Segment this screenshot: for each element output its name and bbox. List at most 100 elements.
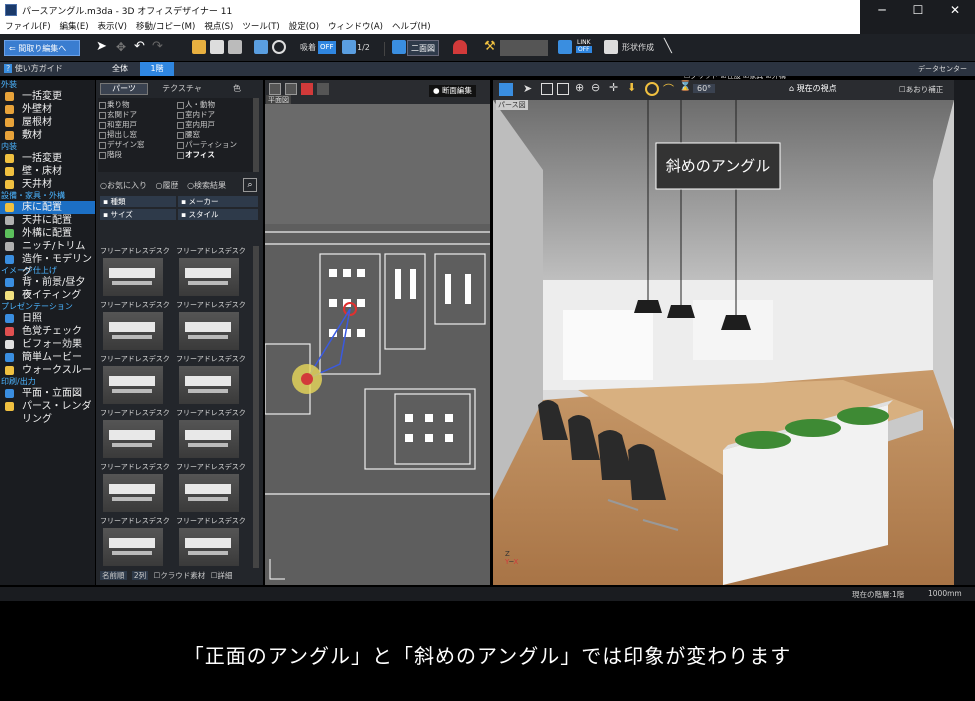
nav-item[interactable]: 背・前景/昼夕夜 <box>0 276 95 301</box>
nav-item[interactable]: 一括変更 <box>0 152 95 165</box>
menu-viewpoint[interactable]: 視点(S) <box>204 20 233 34</box>
nav-item[interactable]: 壁・床材 <box>0 165 95 178</box>
open-folder-icon[interactable] <box>192 40 206 54</box>
link-toggle[interactable]: LINK OFF <box>576 39 592 53</box>
nav-item[interactable]: ビフォー効果 <box>0 338 95 351</box>
maximize-button[interactable]: ☐ <box>900 0 936 20</box>
part-thumbnail[interactable]: フリーアドレスデスク... <box>100 516 170 566</box>
category-item[interactable]: 掃出し窓 <box>98 130 174 140</box>
plan-people-icon[interactable] <box>317 83 329 95</box>
redo-icon[interactable]: ↷ <box>152 40 166 54</box>
nav-item[interactable]: ニッチ/トリム <box>0 240 95 253</box>
category-item[interactable]: 和室用戸 <box>98 120 174 130</box>
menu-help[interactable]: ヘルプ(H) <box>392 20 431 34</box>
menu-edit[interactable]: 編集(E) <box>60 20 89 34</box>
grid-icon[interactable] <box>342 40 356 54</box>
menu-settings[interactable]: 設定(O) <box>289 20 319 34</box>
dropdown-type[interactable]: ▪ 種類 <box>100 196 176 207</box>
orbit-icon[interactable] <box>645 82 659 96</box>
category-item[interactable]: 室内用戸 <box>176 120 252 130</box>
category-item[interactable]: 階段 <box>98 150 174 160</box>
detail-check[interactable]: ☐詳細 <box>211 571 233 580</box>
nav-item[interactable]: ウォークスルー <box>0 364 95 377</box>
part-thumbnail[interactable]: フリーアドレスデスク... <box>176 462 246 516</box>
rotate-icon[interactable] <box>272 40 286 54</box>
part-thumbnail[interactable]: フリーアドレスデスク... <box>176 246 246 300</box>
save-icon[interactable] <box>210 40 224 54</box>
part-thumbnail[interactable]: フリーアドレスデスク... <box>100 354 170 408</box>
plan-camera-icon[interactable] <box>285 83 297 95</box>
category-item[interactable]: デザイン窓 <box>98 140 174 150</box>
category-item[interactable]: オフィス <box>176 150 252 160</box>
menu-file[interactable]: ファイル(F) <box>5 20 51 34</box>
scale-select[interactable]: 1/2 <box>357 40 370 56</box>
dropdown-size[interactable]: ▪ サイズ <box>100 209 176 220</box>
part-thumbnail[interactable]: フリーアドレスデスク... <box>176 300 246 354</box>
parts-scrollbar[interactable] <box>253 246 259 568</box>
search-icon[interactable]: ⌕ <box>243 178 257 192</box>
cloud-check[interactable]: ☐クラウド素材 <box>154 571 206 580</box>
shape-create-button[interactable]: 形状作成 <box>622 40 654 56</box>
pointer-icon[interactable]: ➤ <box>96 40 110 54</box>
part-thumbnail[interactable]: フリーアドレスデスク... <box>100 462 170 516</box>
category-scrollbar[interactable] <box>253 98 259 172</box>
render-mode-icon[interactable] <box>499 83 513 96</box>
section-edit-button[interactable]: ● 断面編集 <box>429 85 476 97</box>
nav-item[interactable]: 天井材 <box>0 178 95 191</box>
category-item[interactable]: 玄関ドア <box>98 110 174 120</box>
category-item[interactable]: 腰窓 <box>176 130 252 140</box>
part-thumbnail[interactable]: フリーアドレスデスク... <box>176 516 246 566</box>
nav-item[interactable]: 外構に配置 <box>0 227 95 240</box>
nav-item[interactable]: 平面・立面図 <box>0 387 95 400</box>
category-item[interactable]: 人・動物 <box>176 100 252 110</box>
nav-item[interactable]: パース・レンダリング <box>0 400 95 425</box>
dropdown-maker[interactable]: ▪ メーカー <box>178 196 258 207</box>
tilt-correction-check[interactable]: ☐あおり補正 <box>899 84 943 95</box>
tab-color[interactable]: 色 <box>214 83 260 95</box>
angle-select[interactable]: 60° <box>693 84 716 93</box>
back-to-layout-button[interactable]: ⇐ 間取り編集へ <box>4 40 80 56</box>
category-item[interactable]: パーティション <box>176 140 252 150</box>
tab-parts[interactable]: パーツ <box>100 83 148 95</box>
tab-texture[interactable]: テクスチャ <box>152 83 212 95</box>
menu-view[interactable]: 表示(V) <box>98 20 127 34</box>
snap-toggle[interactable]: OFF <box>318 41 336 54</box>
pan-icon[interactable]: ✥ <box>116 40 130 54</box>
menu-move[interactable]: 移動/コピー(M) <box>136 20 195 34</box>
nav-item[interactable]: 外壁材 <box>0 103 95 116</box>
nav-item[interactable]: 簡単ムービー <box>0 351 95 364</box>
sort-select[interactable]: 名前順 <box>100 571 127 580</box>
tab-all[interactable]: 全体 <box>100 62 140 76</box>
category-item[interactable]: 室内ドア <box>176 110 252 120</box>
view-mode-select[interactable]: 二面図 <box>407 40 439 56</box>
dropdown-style[interactable]: ▪ スタイル <box>178 209 258 220</box>
viewpoint-select[interactable]: ⌂ 現在の視点 <box>789 83 837 94</box>
menu-window[interactable]: ウィンドウ(A) <box>328 20 383 34</box>
look-icon[interactable]: ⌒ <box>663 81 674 97</box>
filter-search[interactable]: ○検索結果 <box>187 181 226 190</box>
nav-item[interactable]: 敷材 <box>0 129 95 142</box>
part-thumbnail[interactable]: フリーアドレスデスク... <box>176 354 246 408</box>
nav-item[interactable]: ライティング <box>0 289 95 302</box>
column-select[interactable]: 2列 <box>131 571 149 580</box>
nav-item[interactable]: 造作・モデリング <box>0 253 95 278</box>
image-icon[interactable] <box>254 40 268 54</box>
tab-floor1[interactable]: 1階 <box>140 62 174 76</box>
part-thumbnail[interactable]: フリーアドレスデスク... <box>100 408 170 462</box>
pan-arrows-icon[interactable]: ✛ <box>609 81 618 94</box>
persp-pointer-icon[interactable]: ➤ <box>523 82 532 95</box>
close-button[interactable]: ✕ <box>937 0 973 20</box>
fov-icon[interactable]: ⌛ <box>679 81 691 92</box>
minimize-button[interactable]: ─ <box>864 0 900 20</box>
shape-icon[interactable] <box>604 40 618 54</box>
fit-icon[interactable] <box>541 83 553 95</box>
nav-item[interactable]: 色覚チェック <box>0 325 95 338</box>
nav-item[interactable]: 一括変更 <box>0 90 95 103</box>
nav-item[interactable]: 床に配置 <box>0 201 95 214</box>
line-tool-icon[interactable]: ╲ <box>664 40 678 54</box>
light-icon[interactable] <box>453 40 467 54</box>
zoom-in-icon[interactable]: ⊕ <box>575 81 584 94</box>
plan-view[interactable]: 平面図 ● 断面編集 <box>265 80 490 585</box>
plan-person-icon[interactable] <box>301 83 313 95</box>
category-item[interactable]: 乗り物 <box>98 100 174 110</box>
